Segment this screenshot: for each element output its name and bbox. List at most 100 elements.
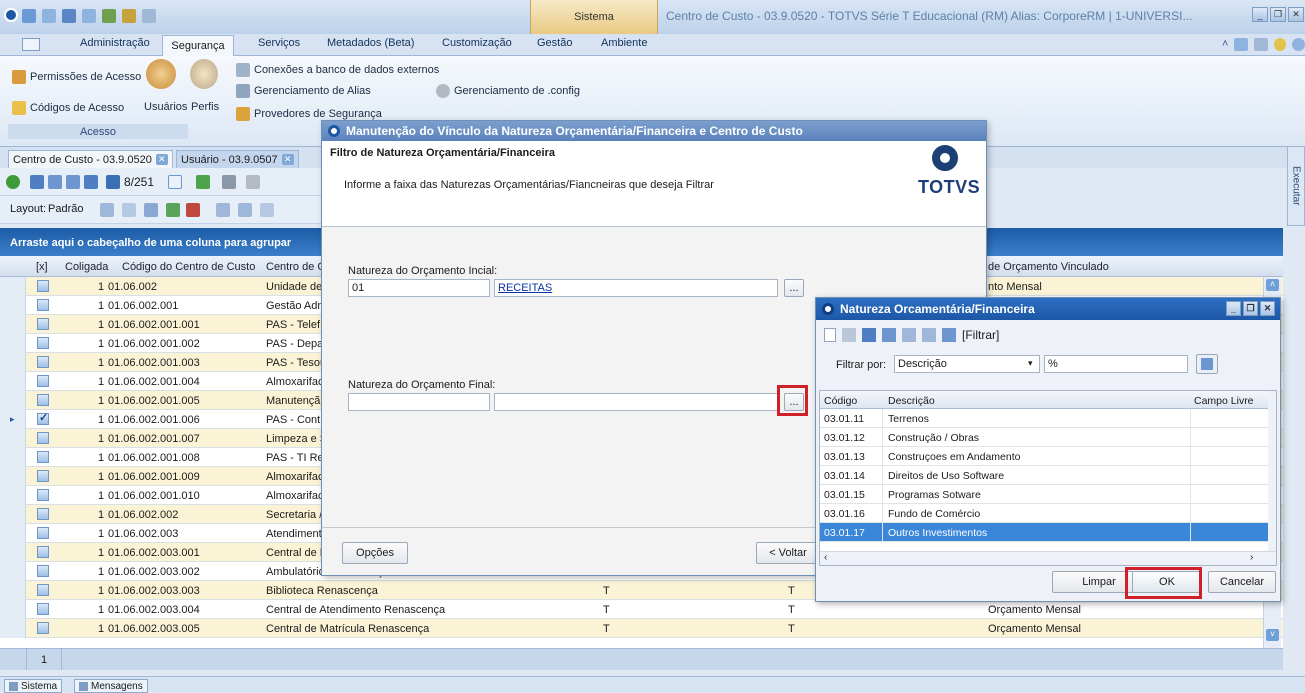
new-record-icon[interactable] (824, 328, 836, 342)
profile-icon[interactable] (190, 59, 218, 89)
row-checkbox[interactable] (37, 394, 49, 406)
row-checkbox[interactable] (37, 622, 49, 634)
minimize-icon[interactable]: _ (1252, 7, 1268, 22)
col-campo-livre[interactable]: Campo Livre (1194, 395, 1254, 407)
row-checkbox[interactable] (37, 411, 49, 425)
expand-icon[interactable] (260, 203, 274, 217)
filtrar-por-select[interactable]: Descrição (894, 355, 1040, 373)
row-checkbox[interactable] (37, 375, 49, 387)
close-tab-icon[interactable]: ✕ (155, 154, 168, 165)
row-selector[interactable] (0, 505, 26, 524)
row-checkbox[interactable] (37, 299, 49, 311)
final-code-field[interactable] (348, 393, 490, 411)
last-record-icon[interactable] (84, 175, 98, 189)
permissoes-button[interactable]: Permissões de Acesso (12, 70, 141, 84)
table-row[interactable]: 1 01.06.002.003.004 Central de Atendimento… (0, 600, 1283, 619)
close-icon[interactable]: ✕ (1288, 7, 1304, 22)
menu-seguranca[interactable]: Segurança (162, 35, 234, 56)
filter-value-field[interactable]: % (1044, 355, 1188, 373)
close-tab-icon[interactable]: ✕ (281, 154, 294, 165)
codigos-button[interactable]: Códigos de Acesso (12, 101, 124, 115)
restore-icon[interactable]: ❐ (1243, 301, 1258, 316)
lookup-hscroll[interactable]: ‹ › (820, 551, 1276, 565)
col-descricao[interactable]: Descrição (888, 395, 935, 407)
next-record-icon[interactable] (66, 175, 80, 189)
row-checkbox[interactable] (37, 337, 49, 349)
row-checkbox[interactable] (37, 546, 49, 558)
row-checkbox[interactable] (37, 489, 49, 501)
tools-icon[interactable] (122, 9, 136, 23)
row-selector[interactable] (0, 581, 26, 600)
inicial-desc-field[interactable]: RECEITAS (494, 279, 778, 297)
close-icon[interactable]: ✕ (1260, 301, 1275, 316)
row-selector[interactable] (0, 372, 26, 391)
print-icon[interactable] (222, 175, 236, 189)
collapse-ribbon-icon[interactable]: ˄ (1222, 38, 1228, 51)
conexoes-button[interactable]: Conexões a banco de dados externos (236, 63, 439, 77)
row-checkbox[interactable] (37, 584, 49, 596)
scroll-down-icon[interactable]: ˅ (1266, 629, 1279, 641)
layout-copy-icon[interactable] (122, 203, 136, 217)
voltar-button[interactable]: < Voltar (756, 542, 820, 564)
help-icon[interactable] (1292, 38, 1305, 51)
filter-icon[interactable] (238, 203, 252, 217)
row-selector[interactable] (0, 600, 26, 619)
status-tab-mensagens[interactable]: Mensagens (74, 679, 148, 693)
lookup-row[interactable]: 03.01.13 Construçoes em Andamento (820, 447, 1268, 466)
last-record-icon[interactable] (922, 328, 936, 342)
layout-dropdown[interactable]: Padrão (48, 203, 83, 215)
col-check[interactable]: [x] (36, 261, 48, 273)
row-selector[interactable] (0, 543, 26, 562)
app-logo-icon[interactable] (4, 8, 18, 22)
row-checkbox[interactable] (37, 356, 49, 368)
first-record-icon[interactable] (30, 175, 44, 189)
app-menu-icon[interactable] (22, 38, 40, 51)
inicial-code-field[interactable]: 01 (348, 279, 490, 297)
executar-panel[interactable]: Executar (1287, 146, 1305, 226)
users-icon[interactable] (146, 59, 176, 89)
process-icon[interactable] (196, 175, 210, 189)
export-icon[interactable] (166, 203, 180, 217)
row-checkbox[interactable] (37, 565, 49, 577)
col-codigo[interactable]: Código do Centro de Custo (122, 261, 255, 273)
apply-filter-button[interactable] (1196, 354, 1218, 374)
lookup-row[interactable]: 03.01.14 Direitos de Uso Software (820, 466, 1268, 485)
style-icon[interactable] (1234, 38, 1249, 51)
tab-usuario[interactable]: Usuário - 03.9.0507 ✕ (176, 150, 299, 168)
row-checkbox[interactable] (37, 603, 49, 615)
row-selector[interactable] (0, 467, 26, 486)
col-codigo[interactable]: Código (824, 395, 857, 407)
inicial-lookup-button[interactable]: ... (784, 279, 804, 297)
alias-button[interactable]: Gerenciamento de Alias (236, 84, 371, 98)
next-record-icon[interactable] (902, 328, 916, 342)
menu-administracao[interactable]: Administração (80, 37, 150, 49)
table-row[interactable]: 1 01.06.002.003.005 Central de Matrícula R… (0, 619, 1283, 638)
row-checkbox[interactable] (37, 451, 49, 463)
refresh-icon[interactable] (6, 175, 20, 189)
row-selector[interactable] (0, 315, 26, 334)
row-checkbox[interactable] (37, 280, 49, 292)
restore-icon[interactable]: ❐ (1270, 7, 1286, 22)
menu-ambiente[interactable]: Ambiente (601, 37, 647, 49)
minimize-icon[interactable]: _ (1226, 301, 1241, 316)
find-icon[interactable] (106, 175, 120, 189)
perfis-button[interactable]: Perfis (191, 101, 219, 113)
row-selector[interactable] (0, 353, 26, 372)
sistema-tab[interactable]: Sistema (530, 0, 658, 34)
layout-icon[interactable] (82, 9, 96, 23)
edit-record-icon[interactable] (842, 328, 856, 342)
filtrar-menu[interactable]: [Filtrar] (962, 328, 999, 342)
back-icon[interactable] (22, 9, 36, 23)
col-centro[interactable]: Centro de C (266, 261, 325, 273)
lookup-vscroll[interactable] (1268, 391, 1276, 551)
refresh-icon[interactable] (102, 9, 116, 23)
final-desc-field[interactable] (494, 393, 778, 411)
row-selector[interactable] (0, 524, 26, 543)
row-selector[interactable] (0, 296, 26, 315)
row-checkbox[interactable] (37, 527, 49, 539)
docs-icon[interactable] (142, 9, 156, 23)
row-checkbox[interactable] (37, 318, 49, 330)
view-icon[interactable] (1254, 38, 1269, 51)
scroll-left-icon[interactable]: ‹ (824, 552, 827, 563)
menu-metadados[interactable]: Metadados (Beta) (327, 37, 414, 49)
